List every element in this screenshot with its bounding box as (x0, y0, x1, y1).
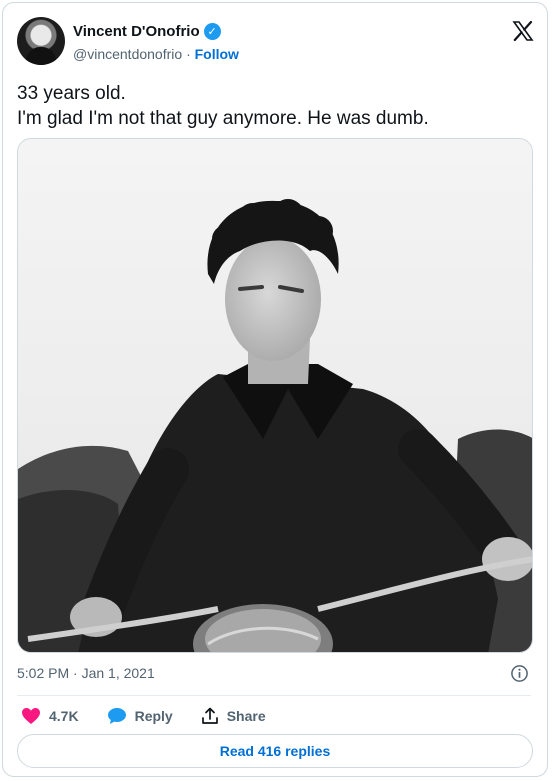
tweet-header: Vincent D'Onofrio ✓ @vincentdonofrio · F… (17, 17, 537, 67)
motorcycle-rider-photo (18, 139, 532, 652)
share-button[interactable]: Share (201, 707, 266, 725)
author-handle[interactable]: @vincentdonofrio (73, 46, 182, 62)
heart-icon (22, 708, 40, 724)
reply-bubble-icon (107, 708, 126, 724)
tweet-text-line-1: 33 years old. (17, 83, 126, 104)
tweet-timestamp[interactable]: 5:02 PM · Jan 1, 2021 (17, 665, 155, 681)
author-name-row: Vincent D'Onofrio ✓ (73, 23, 221, 40)
verified-badge-icon: ✓ (203, 23, 221, 40)
separator: · (186, 46, 191, 62)
tweet-actions: 4.7K Reply Share (21, 705, 294, 727)
divider (17, 695, 531, 696)
reply-label: Reply (134, 708, 173, 724)
author-handle-row: @vincentdonofrio · Follow (73, 46, 239, 62)
share-icon (201, 707, 218, 724)
read-replies-button[interactable]: Read 416 replies (17, 734, 533, 768)
info-icon[interactable] (510, 664, 529, 683)
share-label: Share (226, 708, 266, 724)
x-logo-icon[interactable] (511, 19, 535, 43)
reply-button[interactable]: Reply (107, 707, 173, 725)
avatar[interactable] (17, 17, 65, 65)
like-button[interactable]: 4.7K (21, 707, 79, 725)
tweet-card: Vincent D'Onofrio ✓ @vincentdonofrio · F… (2, 2, 548, 777)
author-name[interactable]: Vincent D'Onofrio (73, 23, 200, 40)
like-count: 4.7K (49, 708, 79, 724)
tweet-text-line-2: I'm glad I'm not that guy anymore. He wa… (17, 108, 429, 129)
tweet-media-photo[interactable] (17, 138, 533, 653)
tweet-text: 33 years old. I'm glad I'm not that guy … (17, 81, 537, 131)
follow-button[interactable]: Follow (195, 46, 239, 62)
